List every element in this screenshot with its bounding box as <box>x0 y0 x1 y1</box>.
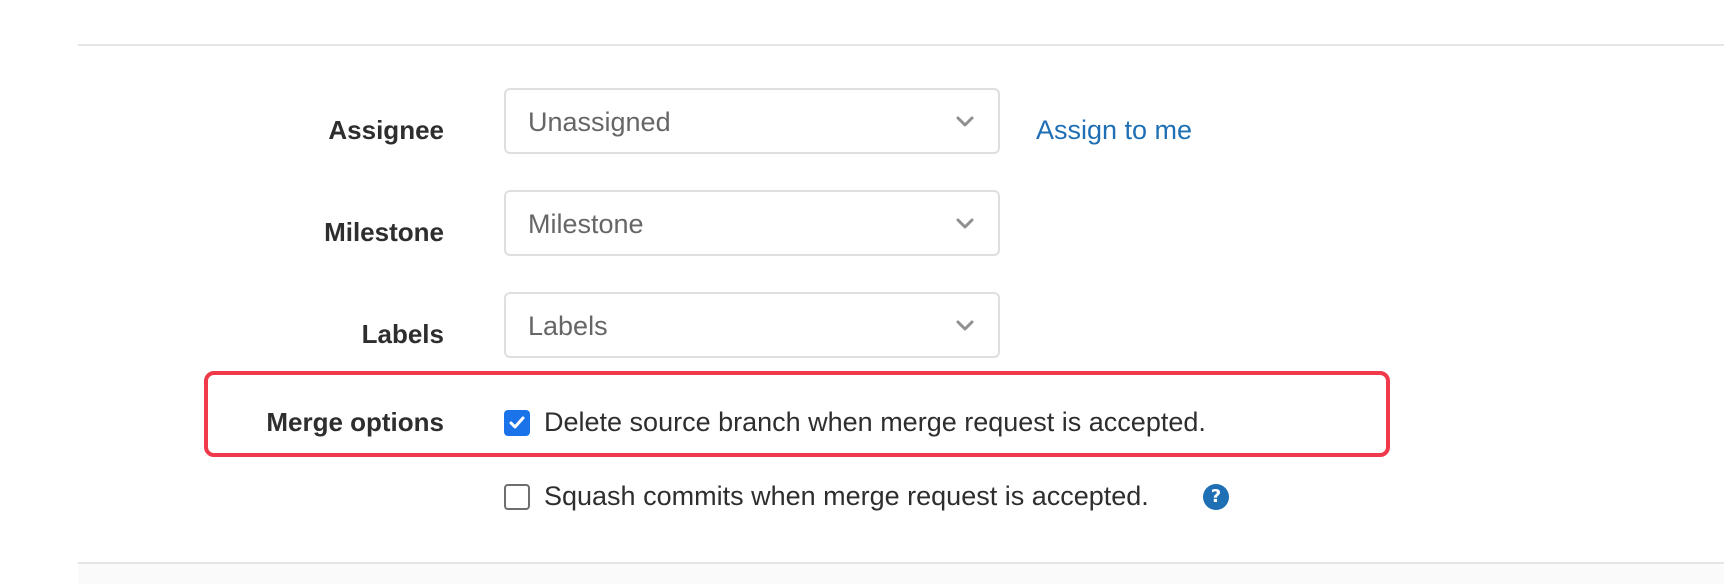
assignee-dropdown[interactable]: Unassigned <box>504 88 1000 154</box>
labels-dropdown[interactable]: Labels <box>504 292 1000 358</box>
chevron-down-icon <box>956 320 974 331</box>
assignee-label: Assignee <box>328 115 444 145</box>
checkmark-icon <box>509 416 525 429</box>
form-actions-bar <box>78 562 1724 584</box>
labels-label: Labels <box>361 319 444 349</box>
squash-commits-checkbox[interactable] <box>504 484 530 510</box>
milestone-label: Milestone <box>324 217 444 247</box>
merge-request-form: Assignee Unassigned Assign to me Milesto… <box>0 0 1724 582</box>
milestone-dropdown-value: Milestone <box>528 209 644 239</box>
delete-source-branch-checkbox[interactable] <box>504 410 530 436</box>
labels-dropdown-value: Labels <box>528 311 608 341</box>
milestone-dropdown[interactable]: Milestone <box>504 190 1000 256</box>
assignee-dropdown-value: Unassigned <box>528 107 671 137</box>
delete-source-branch-label[interactable]: Delete source branch when merge request … <box>544 406 1206 438</box>
assign-to-me-link[interactable]: Assign to me <box>1036 114 1192 146</box>
help-icon[interactable]: ? <box>1203 484 1229 510</box>
squash-commits-label[interactable]: Squash commits when merge request is acc… <box>544 480 1149 512</box>
merge-options-label: Merge options <box>266 407 444 437</box>
chevron-down-icon <box>956 218 974 229</box>
chevron-down-icon <box>956 116 974 127</box>
